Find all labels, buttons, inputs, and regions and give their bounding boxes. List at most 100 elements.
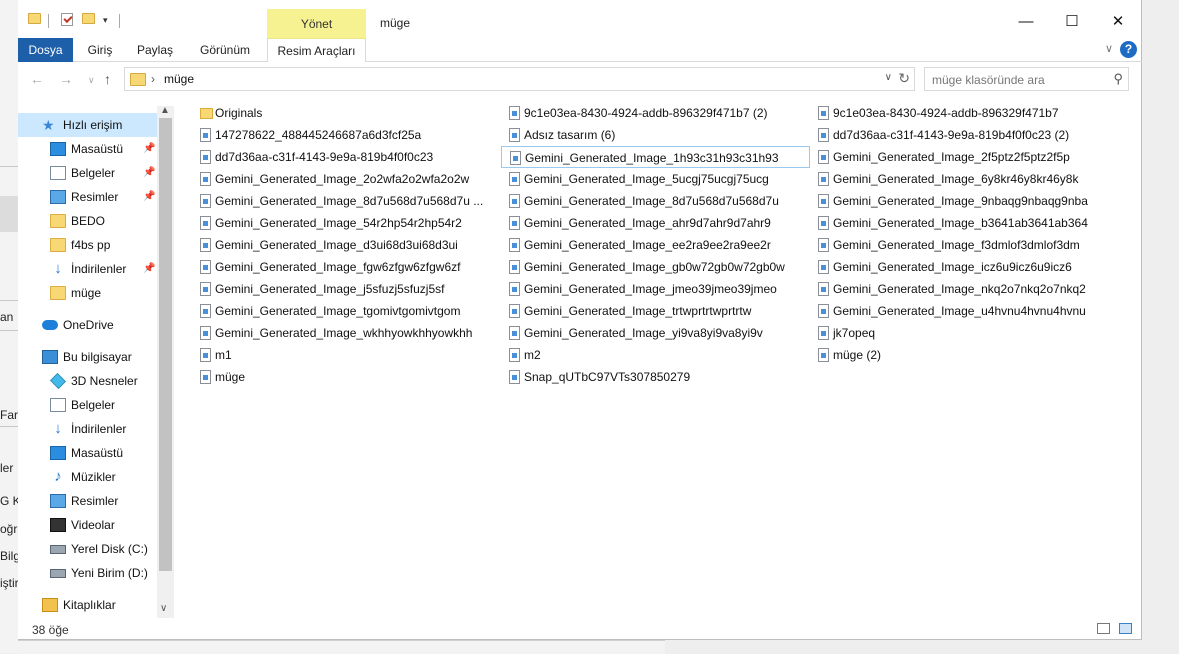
sidebar-item-bedo[interactable]: BEDO [18, 209, 157, 233]
sidebar-item-indirilenler-pc[interactable]: ↓ İndirilenler [18, 417, 157, 441]
file-item[interactable]: Gemini_Generated_Image_ahr9d7ahr9d7ahr9 [501, 212, 810, 234]
sidebar-item-videolar[interactable]: Videolar [18, 513, 157, 537]
customize-toolbar-icon[interactable]: ▾ [103, 15, 108, 26]
file-item[interactable]: Gemini_Generated_Image_trtwprtrtwprtrtw [501, 300, 810, 322]
tab-resim-araclari[interactable]: Resim Araçları [267, 38, 366, 62]
search-box[interactable]: ⚲ [924, 67, 1129, 92]
file-item[interactable]: Gemini_Generated_Image_b3641ab3641ab364 [810, 212, 1119, 234]
file-item[interactable]: Gemini_Generated_Image_6y8kr46y8kr46y8k [810, 168, 1119, 190]
file-name: Gemini_Generated_Image_tgomivtgomivtgom [215, 304, 461, 318]
tab-dosya[interactable]: Dosya [18, 38, 73, 62]
sidebar-item-indirilenler[interactable]: ↓ İndirilenler 📌 [18, 257, 157, 281]
file-item[interactable]: Gemini_Generated_Image_1h93c31h93c31h93 [501, 146, 810, 168]
sidebar-scrollbar[interactable]: ▲ ∨ [157, 105, 174, 618]
file-item[interactable]: Gemini_Generated_Image_5ucgj75ucgj75ucg [501, 168, 810, 190]
file-item[interactable]: Gemini_Generated_Image_ee2ra9ee2ra9ee2r [501, 234, 810, 256]
file-item[interactable]: Gemini_Generated_Image_gb0w72gb0w72gb0w [501, 256, 810, 278]
file-item[interactable]: Gemini_Generated_Image_8d7u568d7u568d7u [501, 190, 810, 212]
details-view-icon[interactable] [1097, 623, 1110, 634]
sidebar-item-f4bs-pp[interactable]: f4bs pp [18, 233, 157, 257]
file-item[interactable]: Gemini_Generated_Image_tgomivtgomivtgom [192, 300, 501, 322]
sidebar-item-label: Yeni Birim (D:) [71, 566, 148, 580]
close-button[interactable]: ✕ [1095, 8, 1141, 36]
scrollbar-thumb[interactable] [159, 118, 172, 571]
chevron-down-icon[interactable]: ∨ [1105, 42, 1113, 55]
sidebar-item-yerel-disk-c[interactable]: Yerel Disk (C:) [18, 537, 157, 561]
sidebar-item-masaustu[interactable]: Masaüstü 📌 [18, 137, 157, 161]
file-item[interactable]: Gemini_Generated_Image_wkhhyowkhhyowkhh [192, 322, 501, 344]
sidebar-item-resimler[interactable]: Resimler 📌 [18, 185, 157, 209]
help-icon[interactable]: ? [1120, 41, 1137, 58]
properties-icon[interactable] [61, 13, 73, 26]
maximize-button[interactable]: ☐ [1049, 8, 1095, 36]
file-item[interactable]: Adsız tasarım (6) [501, 124, 810, 146]
sidebar-item-label: müge [71, 286, 102, 300]
file-name: Gemini_Generated_Image_wkhhyowkhhyowkhh [215, 326, 473, 340]
sidebar-item-muge[interactable]: müge [18, 281, 157, 305]
folder-item[interactable]: Originals [192, 102, 501, 124]
file-item[interactable]: dd7d36aa-c31f-4143-9e9a-819b4f0f0c23 (2) [810, 124, 1119, 146]
sidebar-item-onedrive[interactable]: OneDrive [18, 313, 157, 337]
file-item[interactable]: m2 [501, 344, 810, 366]
file-name: Gemini_Generated_Image_8d7u568d7u568d7u … [215, 194, 484, 208]
search-icon[interactable]: ⚲ [1113, 71, 1123, 87]
file-item[interactable]: Gemini_Generated_Image_8d7u568d7u568d7u … [192, 190, 501, 212]
sidebar-item-3d-nesneler[interactable]: 3D Nesneler [18, 369, 157, 393]
search-input[interactable] [925, 68, 1114, 92]
file-item[interactable]: Gemini_Generated_Image_2f5ptz2f5ptz2f5p [810, 146, 1119, 168]
file-item[interactable]: Snap_qUTbC97VTs307850279 [501, 366, 810, 388]
up-arrow-icon[interactable]: ↑ [104, 71, 111, 87]
file-item[interactable]: Gemini_Generated_Image_u4hvnu4hvnu4hvnu [810, 300, 1119, 322]
sidebar-item-belgeler-pc[interactable]: Belgeler [18, 393, 157, 417]
file-item[interactable]: Gemini_Generated_Image_d3ui68d3ui68d3ui [192, 234, 501, 256]
sidebar-item-masaustu-pc[interactable]: Masaüstü [18, 441, 157, 465]
breadcrumb[interactable]: müge [164, 72, 194, 86]
file-item[interactable]: müge (2) [810, 344, 1119, 366]
file-item[interactable]: Gemini_Generated_Image_9nbaqg9nbaqg9nba [810, 190, 1119, 212]
tab-giris[interactable]: Giriş [80, 38, 120, 62]
tab-paylas[interactable]: Paylaş [132, 38, 178, 62]
breadcrumb-chevron-icon[interactable]: › [151, 72, 155, 86]
image-file-icon [509, 326, 520, 340]
address-bar[interactable]: › müge ∨ ↻ [124, 67, 915, 91]
sidebar-item-yeni-birim-d[interactable]: Yeni Birim (D:) [18, 561, 157, 585]
file-item[interactable]: Gemini_Generated_Image_54r2hp54r2hp54r2 [192, 212, 501, 234]
file-item[interactable]: müge [192, 366, 501, 388]
download-icon: ↓ [54, 420, 62, 437]
file-item[interactable]: Gemini_Generated_Image_icz6u9icz6u9icz6 [810, 256, 1119, 278]
forward-arrow-icon[interactable]: → [59, 71, 73, 87]
file-item[interactable]: Gemini_Generated_Image_fgw6zfgw6zfgw6zf [192, 256, 501, 278]
back-arrow-icon[interactable]: ← [30, 71, 44, 87]
file-item[interactable]: Gemini_Generated_Image_j5sfuzj5sfuzj5sf [192, 278, 501, 300]
file-item[interactable]: Gemini_Generated_Image_jmeo39jmeo39jmeo [501, 278, 810, 300]
window-title: müge [380, 16, 411, 30]
file-item[interactable]: m1 [192, 344, 501, 366]
file-item[interactable]: 9c1e03ea-8430-4924-addb-896329f471b7 (2) [501, 102, 810, 124]
sidebar-item-hizli-erisim[interactable]: ★ Hızlı erişim [18, 113, 157, 137]
file-item[interactable]: jk7opeq [810, 322, 1119, 344]
large-icons-view-icon[interactable] [1119, 623, 1132, 634]
file-item[interactable]: 9c1e03ea-8430-4924-addb-896329f471b7 [810, 102, 1119, 124]
sidebar-item-resimler-pc[interactable]: Resimler [18, 489, 157, 513]
file-item[interactable]: Gemini_Generated_Image_yi9va8yi9va8yi9v [501, 322, 810, 344]
scroll-down-icon[interactable]: ∨ [160, 603, 167, 614]
tab-gorunum[interactable]: Görünüm [194, 38, 256, 62]
sidebar-item-belgeler[interactable]: Belgeler 📌 [18, 161, 157, 185]
title-bar[interactable]: ▾ Yönet müge — ☐ ✕ [18, 0, 1142, 38]
sidebar-item-kitapliklar[interactable]: Kitaplıklar [18, 593, 157, 617]
file-item[interactable]: Gemini_Generated_Image_2o2wfa2o2wfa2o2w [192, 168, 501, 190]
address-dropdown-icon[interactable]: ∨ [885, 72, 892, 83]
file-item[interactable]: 147278622_488445246687a6d3fcf25a [192, 124, 501, 146]
file-item[interactable]: Gemini_Generated_Image_nkq2o7nkq2o7nkq2 [810, 278, 1119, 300]
scroll-up-icon[interactable]: ▲ [160, 105, 170, 116]
new-folder-icon[interactable] [82, 13, 95, 24]
recent-locations-icon[interactable]: ∨ [88, 75, 95, 86]
pictures-icon [50, 190, 66, 204]
file-item[interactable]: dd7d36aa-c31f-4143-9e9a-819b4f0f0c23 [192, 146, 501, 168]
sidebar-item-muzikler[interactable]: ♪ Müzikler [18, 465, 157, 489]
sidebar-item-label: Müzikler [71, 470, 116, 484]
sidebar-item-bu-bilgisayar[interactable]: Bu bilgisayar [18, 345, 157, 369]
minimize-button[interactable]: — [1003, 8, 1049, 36]
file-item[interactable]: Gemini_Generated_Image_f3dmlof3dmlof3dm [810, 234, 1119, 256]
refresh-icon[interactable]: ↻ [898, 70, 910, 87]
